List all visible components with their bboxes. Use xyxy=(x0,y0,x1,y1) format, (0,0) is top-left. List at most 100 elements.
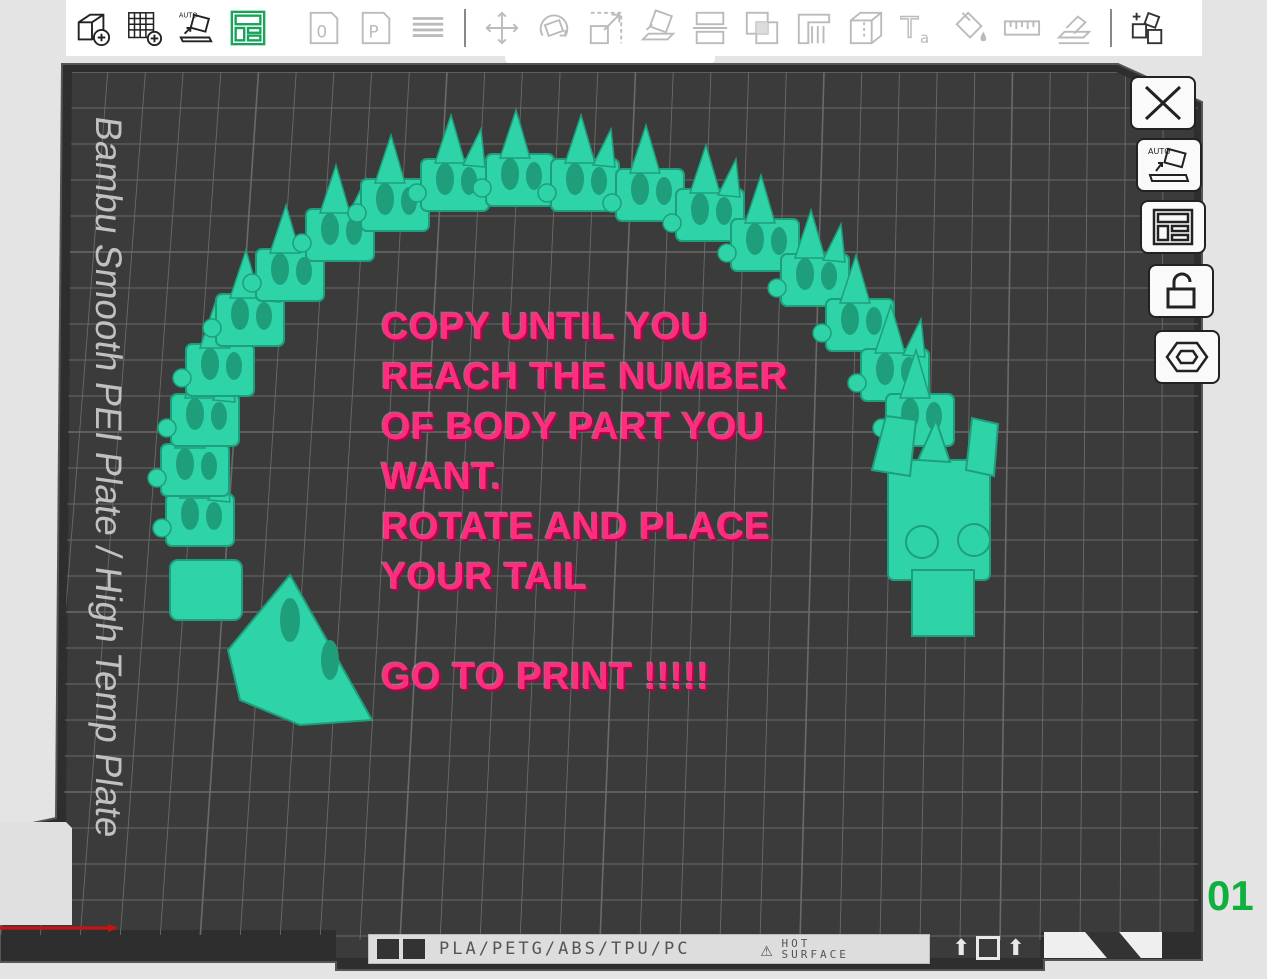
body-scale xyxy=(746,223,764,255)
body-joint xyxy=(602,193,622,213)
plate-logo-icon xyxy=(377,939,399,959)
seam-paint-icon[interactable] xyxy=(843,5,889,51)
body-scale xyxy=(231,298,249,330)
hot-surface-label: HOT SURFACE xyxy=(782,938,849,960)
plate-logo-icon xyxy=(403,939,425,959)
slice-plate-0-icon[interactable]: 0 xyxy=(301,5,347,51)
dragon-eye xyxy=(905,525,939,559)
body-joint xyxy=(717,243,737,263)
plate-square-icon[interactable] xyxy=(976,936,1001,960)
filament-types: PLA/PETG/ABS/TPU/PC xyxy=(439,939,691,959)
body-scale xyxy=(256,302,272,330)
body-scale xyxy=(566,163,584,195)
arrow-up-icon[interactable]: ⬆ xyxy=(1006,935,1024,961)
dragon-horn xyxy=(964,416,1000,478)
body-segment xyxy=(169,559,243,621)
cut-icon[interactable] xyxy=(687,5,733,51)
svg-text:0: 0 xyxy=(316,23,327,43)
body-joint xyxy=(202,318,222,338)
body-scale xyxy=(176,448,194,480)
add-cube-icon[interactable] xyxy=(69,5,115,51)
dragon-head xyxy=(887,459,991,581)
body-scale xyxy=(271,253,289,285)
arrange-icon[interactable] xyxy=(1140,200,1206,254)
variable-layer-icon[interactable] xyxy=(1125,5,1171,51)
add-plate-icon[interactable] xyxy=(121,5,167,51)
svg-text:a: a xyxy=(920,29,929,47)
body-joint xyxy=(537,183,557,203)
toolbar-separator xyxy=(1110,9,1112,47)
arrow-up-icon[interactable]: ⬆ xyxy=(952,935,970,961)
rotate-icon[interactable] xyxy=(531,5,577,51)
lay-on-face-icon[interactable] xyxy=(635,5,681,51)
body-scale xyxy=(866,307,882,335)
auto-orient-icon[interactable]: AUTO xyxy=(1136,138,1202,192)
body-joint xyxy=(147,468,167,488)
body-scale xyxy=(501,158,519,190)
body-scale xyxy=(591,167,607,195)
note-line: REACH THE NUMBER xyxy=(381,356,788,398)
move-icon[interactable] xyxy=(479,5,525,51)
note-line: ROTATE AND PLACE xyxy=(381,506,771,548)
body-segment xyxy=(615,168,685,222)
body-joint xyxy=(472,178,492,198)
close-icon[interactable] xyxy=(1130,76,1196,130)
body-scale xyxy=(821,262,837,290)
note-line: GO TO PRINT !!!!! xyxy=(381,656,710,698)
body-joint xyxy=(347,203,367,223)
note-line: WANT. xyxy=(381,456,502,498)
svg-text:P: P xyxy=(368,23,378,43)
plate-settings-icon[interactable] xyxy=(1154,330,1220,384)
note-line: OF BODY PART YOU xyxy=(381,406,765,448)
svg-text:T: T xyxy=(900,12,919,45)
body-segment xyxy=(160,443,230,497)
body-joint xyxy=(292,233,312,253)
body-joint xyxy=(407,183,427,203)
body-joint xyxy=(157,418,177,438)
top-toolbar: AUTO 0 P Ta xyxy=(66,0,1202,56)
tail-scale xyxy=(280,598,300,642)
lock-icon[interactable] xyxy=(1148,264,1214,318)
body-joint xyxy=(847,373,867,393)
body-scale xyxy=(181,498,199,530)
body-joint xyxy=(172,368,192,388)
dragon-eye xyxy=(957,523,991,557)
assembly-icon[interactable] xyxy=(1051,5,1097,51)
surface-label: SURFACE xyxy=(781,948,849,961)
body-scale xyxy=(796,258,814,290)
boolean-icon[interactable] xyxy=(739,5,785,51)
body-segment xyxy=(185,343,255,397)
text-tool-icon[interactable]: Ta xyxy=(895,5,941,51)
arrange-icon[interactable] xyxy=(225,5,271,51)
body-scale xyxy=(526,162,542,190)
scale-icon[interactable] xyxy=(583,5,629,51)
body-scale xyxy=(321,213,339,245)
dragon-snout xyxy=(911,569,975,637)
body-scale xyxy=(226,352,242,380)
tail-scale xyxy=(321,640,339,680)
body-scale xyxy=(201,348,219,380)
body-scale xyxy=(771,227,787,255)
note-line: YOUR TAIL xyxy=(381,556,588,598)
plate-number[interactable]: 01 xyxy=(1207,872,1254,920)
auto-orient-icon[interactable]: AUTO xyxy=(173,5,219,51)
body-scale xyxy=(631,173,649,205)
measure-icon[interactable] xyxy=(999,5,1045,51)
body-scale xyxy=(656,177,672,205)
filament-strip: PLA/PETG/ABS/TPU/PC ⚠ HOT SURFACE xyxy=(368,934,930,964)
note-line: COPY UNTIL YOU xyxy=(381,306,709,348)
body-joint xyxy=(152,518,172,538)
support-paint-icon[interactable] xyxy=(791,5,837,51)
body-scale xyxy=(376,183,394,215)
body-scale xyxy=(211,402,227,430)
color-paint-icon[interactable] xyxy=(947,5,993,51)
slice-plate-p-icon[interactable]: P xyxy=(353,5,399,51)
body-joint xyxy=(767,278,787,298)
body-scale xyxy=(436,163,454,195)
body-joint xyxy=(812,323,832,343)
body-scale xyxy=(876,353,894,385)
layers-icon[interactable] xyxy=(405,5,451,51)
toolbar-separator xyxy=(464,9,466,47)
instruction-note: COPY UNTIL YOU REACH THE NUMBER OF BODY … xyxy=(381,302,788,702)
